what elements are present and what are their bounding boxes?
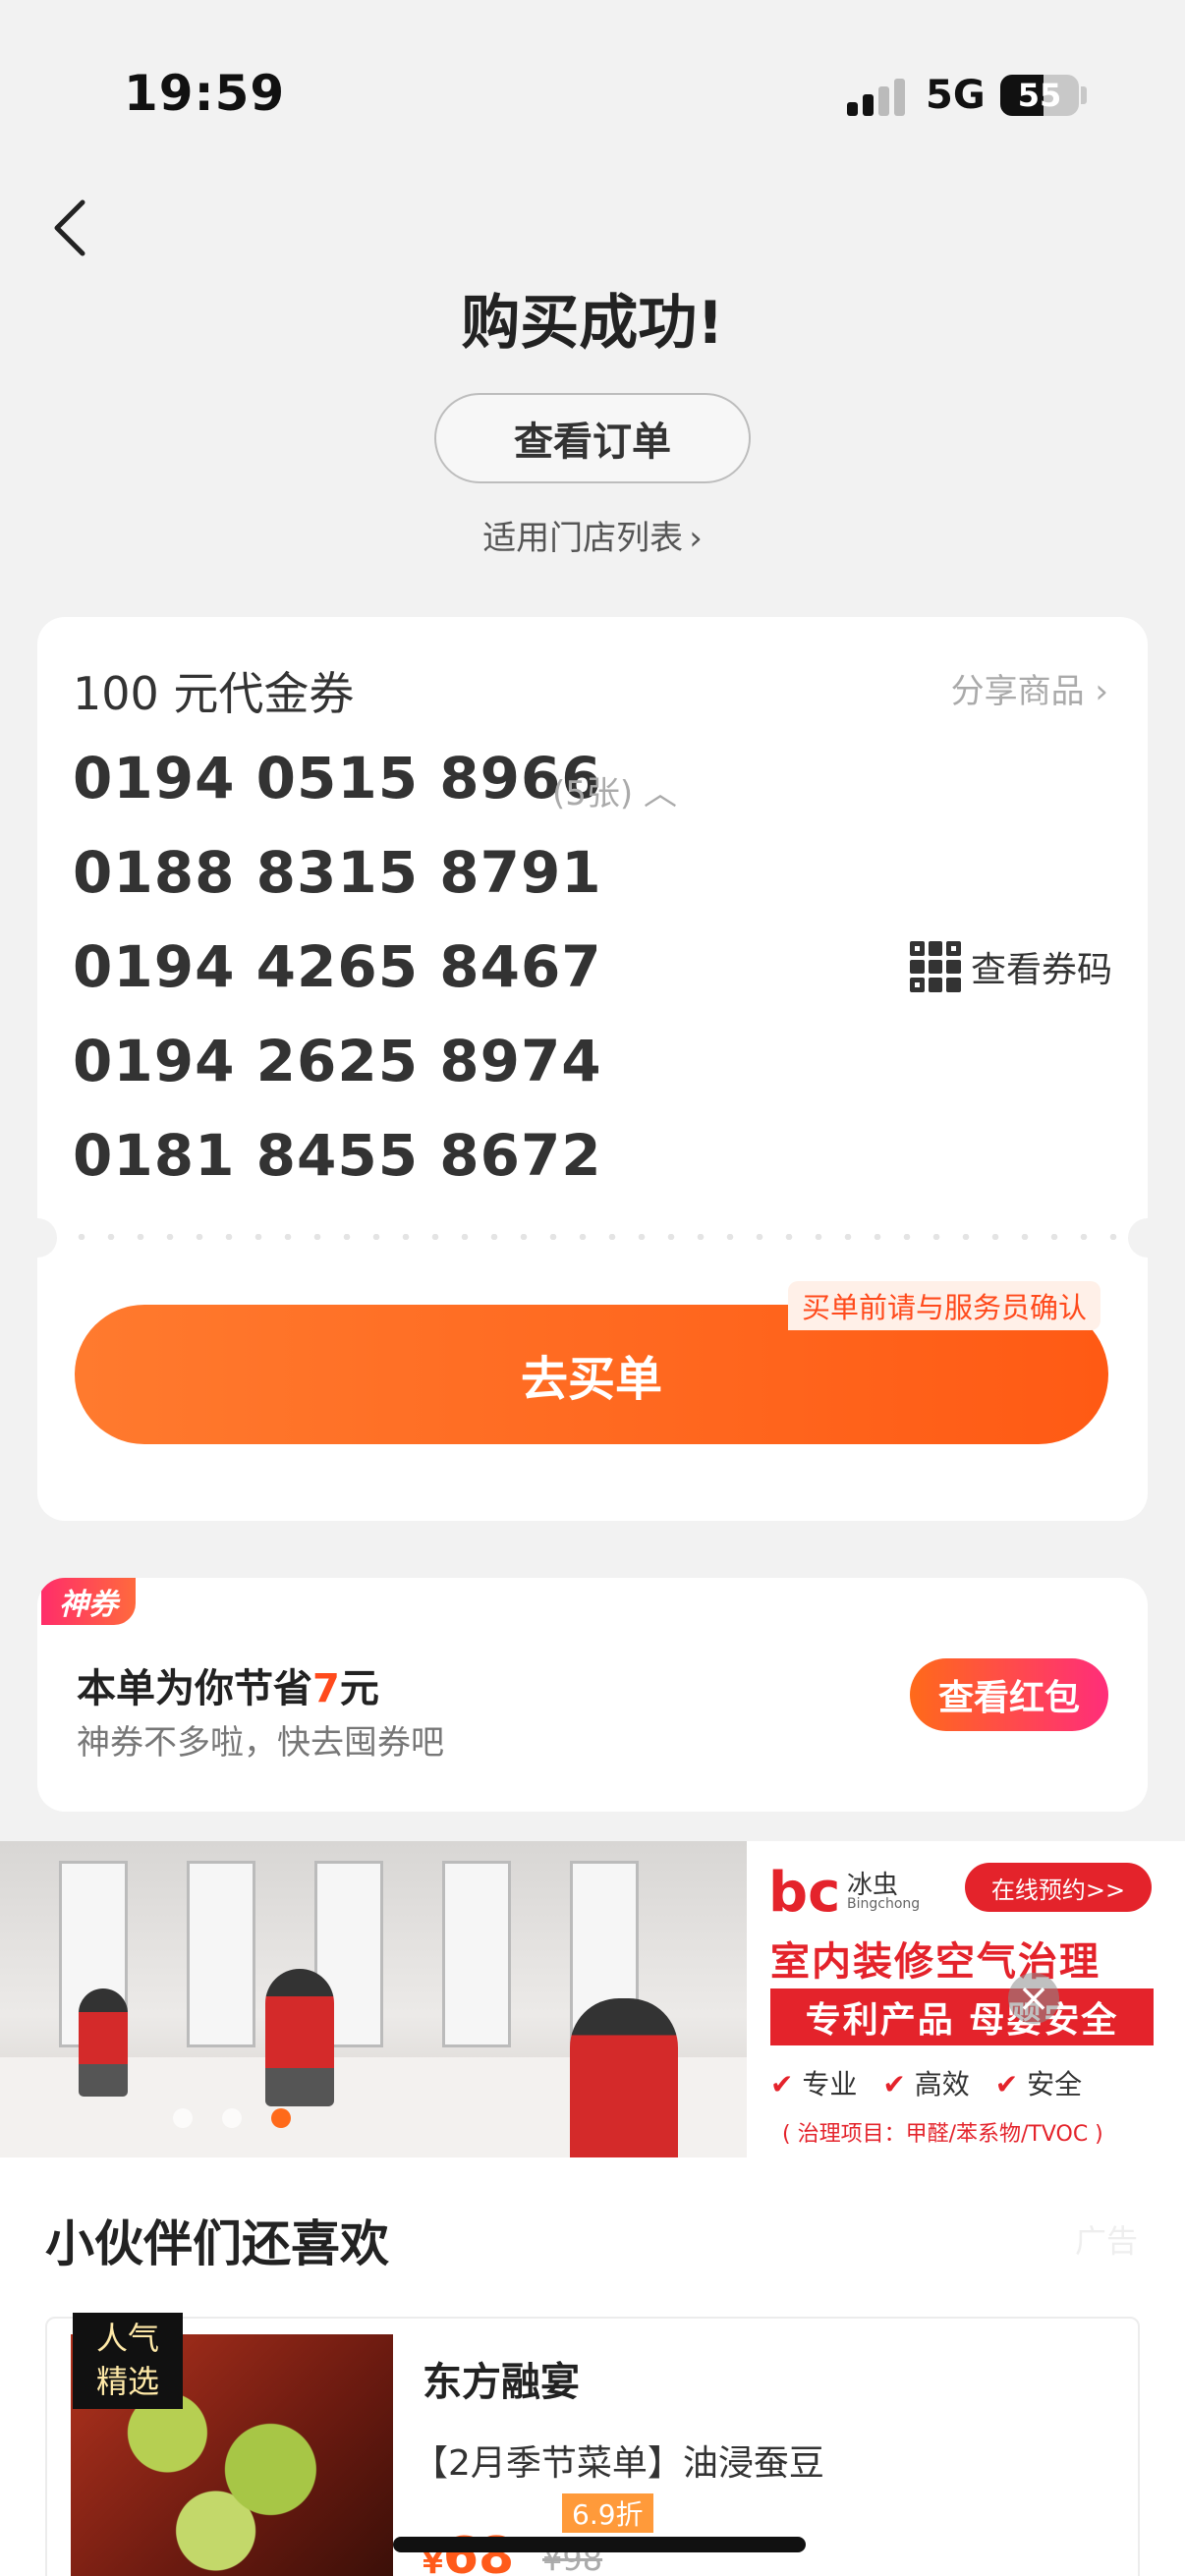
voucher-code: 0188 8315 8791 xyxy=(73,839,602,906)
dish-name: 【2月季节菜单】油浸蚕豆 xyxy=(413,2443,824,2484)
pay-tip-badge: 买单前请与服务员确认 xyxy=(788,1281,1101,1330)
view-code-button[interactable]: 查看券码 xyxy=(909,941,1112,992)
worker-figure xyxy=(570,1998,678,2157)
voucher-code: 0194 4265 8467 xyxy=(73,933,602,1000)
badge-line: 精选 xyxy=(95,2363,159,2400)
ticket-notch xyxy=(1128,1218,1167,1258)
feature-label: 专业 xyxy=(802,2068,858,2100)
feature-item: ✔ 专业 xyxy=(770,2063,857,2102)
battery-tip xyxy=(1081,86,1087,104)
carousel-dot xyxy=(173,2108,193,2128)
check-icon: ✔ xyxy=(770,2068,794,2100)
feature-label: 高效 xyxy=(914,2068,970,2100)
online-booking-button[interactable]: 在线预约>> xyxy=(965,1863,1152,1912)
cellular-signal-icon xyxy=(847,79,906,116)
stores-list-label: 适用门店列表 xyxy=(482,519,684,558)
network-type: 5G xyxy=(926,73,986,118)
window xyxy=(442,1861,511,2047)
feature-label: 安全 xyxy=(1027,2068,1083,2100)
share-product-link[interactable]: 分享商品 › xyxy=(951,664,1108,712)
back-button[interactable] xyxy=(51,196,110,265)
view-order-button[interactable]: 查看订单 xyxy=(434,393,751,483)
ad-features: ✔ 专业 ✔ 高效 ✔ 安全 xyxy=(770,2063,1082,2102)
ticket-notch xyxy=(18,1218,57,1258)
battery-level: 55 xyxy=(1017,77,1062,114)
recommendation-title: 小伙伴们还喜欢 xyxy=(45,2215,389,2272)
voucher-code: 0194 2625 8974 xyxy=(73,1028,602,1094)
carousel-dot xyxy=(222,2108,242,2128)
popular-badge: 人气 精选 xyxy=(73,2313,183,2409)
shen-coupon-badge: 神券 xyxy=(41,1578,136,1625)
ad-text-panel: bc 冰虫 Bingchong 在线预约>> 室内装修空气治理 专利产品 母婴安… xyxy=(747,1841,1185,2157)
brand-name-en: Bingchong xyxy=(847,1896,921,1912)
battery-icon: 55 xyxy=(1000,75,1079,116)
badge-line: 人气 xyxy=(95,2320,159,2357)
voucher-code: 0194 0515 8966 xyxy=(73,745,602,812)
brand-logo: bc xyxy=(768,1861,841,1925)
worker-figure xyxy=(265,1969,334,2106)
savings-amount: 7 xyxy=(312,1666,340,1711)
qr-code-icon xyxy=(909,941,961,992)
savings-text: 本单为你节省7元 xyxy=(77,1656,379,1713)
ad-headline: 室内装修空气治理 xyxy=(770,1939,1100,1985)
savings-prefix: 本单为你节省 xyxy=(77,1666,312,1711)
shop-name: 东方融宴 xyxy=(423,2360,580,2405)
voucher-card: 100 元代金券 分享商品 › 0194 0515 8966 (5张) ︿ 01… xyxy=(18,617,1167,1521)
chevron-left-icon xyxy=(54,199,85,256)
ad-note: ( 治理项目：甲醛/苯系物/TVOC ) xyxy=(782,2122,1103,2147)
carousel-indicator xyxy=(173,2108,291,2128)
check-icon: ✔ xyxy=(882,2068,906,2100)
close-ad-button[interactable]: × xyxy=(1008,1973,1059,2024)
savings-subtitle: 神券不多啦，快去囤券吧 xyxy=(77,1723,444,1763)
check-icon: ✔ xyxy=(994,2068,1019,2100)
savings-suffix: 元 xyxy=(339,1666,379,1711)
voucher-name: 100 元代金券 xyxy=(73,667,355,720)
home-indicator[interactable] xyxy=(393,2537,806,2552)
ad-photo xyxy=(0,1841,747,2157)
view-red-packet-button[interactable]: 查看红包 xyxy=(910,1658,1108,1731)
share-label: 分享商品 xyxy=(950,672,1085,711)
ad-subheadline: 专利产品 母婴安全 xyxy=(770,1988,1154,2045)
status-time: 19:59 xyxy=(124,65,286,122)
dotted-divider xyxy=(67,1234,1118,1240)
stores-list-link[interactable]: 适用门店列表 › xyxy=(0,511,1185,559)
close-icon: × xyxy=(1017,1976,1050,2021)
red-packet-card: 神券 本单为你节省7元 神券不多啦，快去囤券吧 查看红包 xyxy=(37,1578,1148,1812)
carousel-dot-active xyxy=(271,2108,291,2128)
feature-item: ✔ 高效 xyxy=(882,2063,969,2102)
voucher-count-toggle[interactable]: (5张) ︿ xyxy=(552,766,677,814)
view-code-label: 查看券码 xyxy=(970,950,1112,990)
page-title: 购买成功! xyxy=(461,289,724,358)
voucher-code: 0181 8455 8672 xyxy=(73,1122,602,1189)
worker-figure xyxy=(79,1988,128,2097)
chevron-right-icon: › xyxy=(689,519,703,558)
feature-item: ✔ 安全 xyxy=(995,2063,1082,2102)
discount-badge: 6.9折 xyxy=(562,2493,653,2533)
ad-label: 广告 xyxy=(1074,2222,1138,2260)
window xyxy=(187,1861,255,2047)
